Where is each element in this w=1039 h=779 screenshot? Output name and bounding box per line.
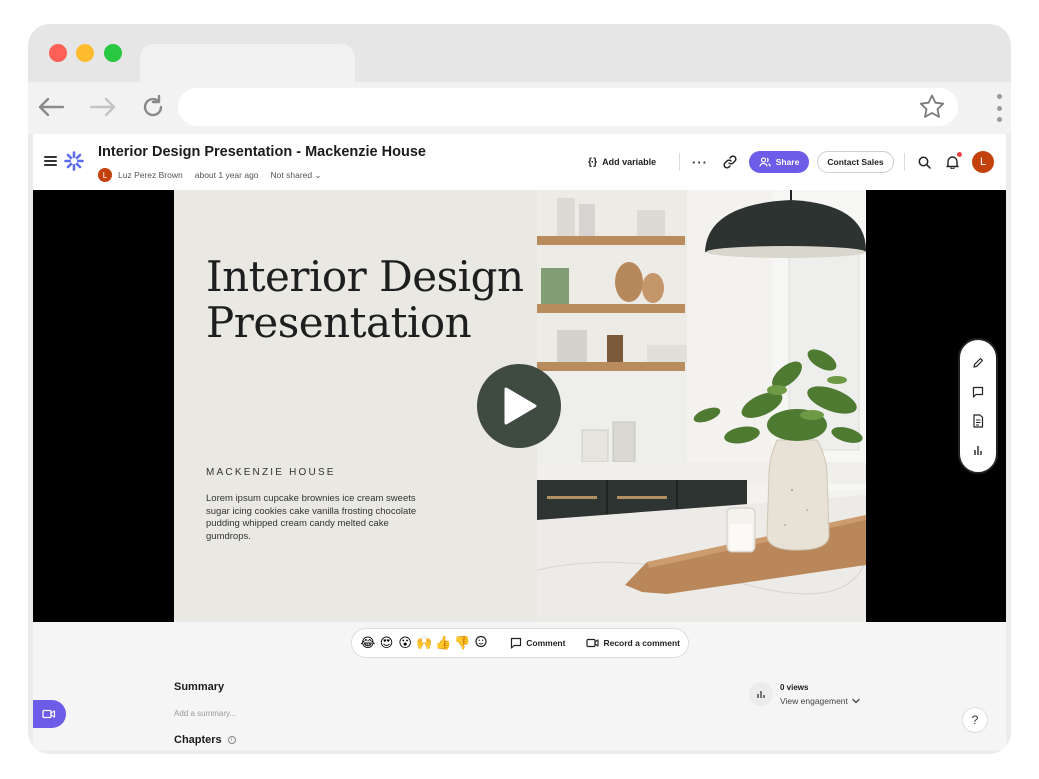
add-variable-button[interactable]: {·} Add variable <box>588 150 656 174</box>
info-icon[interactable]: i <box>227 736 236 744</box>
chapters-label: Chapters <box>174 734 222 746</box>
add-variable-label: Add variable <box>602 157 657 167</box>
slide-title-line-1: Interior Design <box>206 252 524 301</box>
header-divider <box>679 153 680 171</box>
close-window-dot[interactable] <box>49 44 67 62</box>
more-options-button[interactable]: ··· <box>691 150 709 174</box>
browser-toolbar <box>28 82 1011 134</box>
forward-arrow-icon[interactable] <box>88 92 118 122</box>
search-icon[interactable] <box>916 150 932 174</box>
users-icon <box>759 157 771 167</box>
minimize-window-dot[interactable] <box>76 44 94 62</box>
share-label: Share <box>775 157 800 167</box>
browser-tab[interactable] <box>140 44 355 84</box>
views-count: 0 views <box>780 683 809 692</box>
emoji-thumbs-up[interactable]: 👍 <box>435 636 451 651</box>
tab-bar <box>28 24 1011 84</box>
emoji-heart-eyes[interactable]: 😍 <box>379 636 395 651</box>
sharing-status-dropdown[interactable]: Not shared ⌄ <box>271 170 322 181</box>
view-engagement-dropdown[interactable]: View engagement <box>780 696 860 706</box>
comment-bubble-icon <box>511 637 522 649</box>
document-meta: L Luz Perez Brown about 1 year ago Not s… <box>98 167 322 183</box>
chevron-down-icon: ⌄ <box>314 169 322 180</box>
hamburger-menu-icon[interactable] <box>44 156 57 166</box>
contact-sales-button[interactable]: Contact Sales <box>817 151 894 173</box>
emoji-surprised[interactable]: 😮 <box>397 636 413 651</box>
back-arrow-icon[interactable] <box>36 92 66 122</box>
slide-title-line-2: Presentation <box>206 298 472 347</box>
record-video-button[interactable] <box>33 700 66 728</box>
comment-icon[interactable] <box>968 382 988 402</box>
play-button[interactable] <box>477 364 561 448</box>
author-avatar: L <box>98 168 112 182</box>
play-icon <box>504 387 537 425</box>
comment-label: Comment <box>526 638 566 648</box>
bookmark-star-icon[interactable] <box>918 93 946 121</box>
emoji-thumbs-down[interactable]: 👎 <box>454 636 470 651</box>
summary-heading: Summary <box>174 681 225 693</box>
record-comment-label: Record a comment <box>603 638 680 648</box>
comment-button[interactable]: Comment <box>510 637 565 649</box>
pencil-icon[interactable] <box>968 353 988 373</box>
share-button[interactable]: Share <box>749 151 809 173</box>
browser-menu-icon[interactable] <box>993 92 1005 124</box>
author-name: Luz Perez Brown <box>118 170 183 180</box>
chevron-down-icon <box>852 698 860 704</box>
user-avatar[interactable]: L <box>972 151 994 173</box>
header-divider-2 <box>904 153 905 171</box>
maximize-window-dot[interactable] <box>104 44 122 62</box>
chapters-heading: Chapters i <box>174 734 236 746</box>
notification-badge <box>957 152 962 157</box>
summary-input[interactable]: Add a summary... <box>174 709 236 718</box>
emoji-raised-hands[interactable]: 🙌 <box>416 636 432 651</box>
side-toolbar <box>958 338 998 474</box>
slide-title: Interior Design Presentation <box>206 254 536 346</box>
reaction-bar: 😂 😍 😮 🙌 👍 👎 Comment Record a comment <box>351 628 689 658</box>
reload-icon[interactable] <box>138 92 168 122</box>
video-player[interactable]: Interior Design Presentation MACKENZIE H… <box>33 190 1006 622</box>
bar-chart-icon[interactable] <box>968 440 988 460</box>
add-reaction-icon[interactable] <box>474 635 490 652</box>
app-logo-icon[interactable] <box>64 151 84 171</box>
copy-link-icon[interactable] <box>721 150 739 174</box>
slide-body-text: Lorem ipsum cupcake brownies ice cream s… <box>206 493 417 542</box>
slide-subtitle: MACKENZIE HOUSE <box>206 467 336 478</box>
transcript-icon[interactable] <box>968 411 988 431</box>
browser-window: Interior Design Presentation - Mackenzie… <box>28 24 1011 754</box>
video-camera-icon <box>586 638 600 648</box>
view-engagement-label: View engagement <box>780 696 848 706</box>
app-page: Interior Design Presentation - Mackenzie… <box>33 134 1006 750</box>
emoji-joy[interactable]: 😂 <box>360 636 376 651</box>
address-bar[interactable] <box>178 88 958 126</box>
help-button[interactable]: ? <box>962 707 988 733</box>
app-header: Interior Design Presentation - Mackenzie… <box>33 134 1006 190</box>
video-camera-icon <box>41 709 55 719</box>
variable-braces-icon: {·} <box>588 156 597 168</box>
notifications-bell-icon[interactable] <box>944 150 962 174</box>
record-comment-button[interactable]: Record a comment <box>586 638 680 648</box>
views-chart-icon <box>749 682 773 706</box>
kitchen-photo <box>537 190 866 622</box>
document-timestamp: about 1 year ago <box>194 170 259 180</box>
sharing-status-label: Not shared <box>270 169 313 180</box>
document-title[interactable]: Interior Design Presentation - Mackenzie… <box>98 144 426 160</box>
